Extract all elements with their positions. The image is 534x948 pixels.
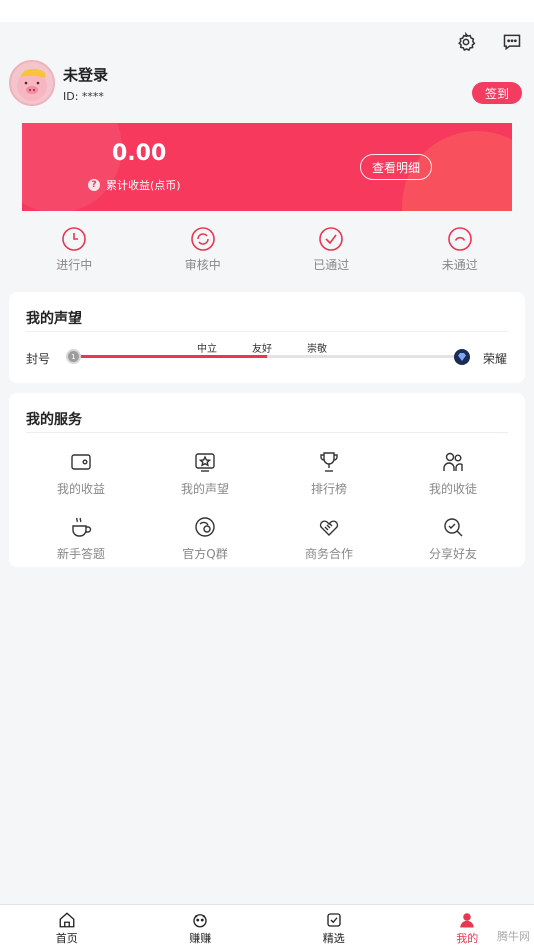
- service-label: 新手答题: [56, 547, 105, 561]
- nav-label: 赚赚: [189, 932, 212, 945]
- reputation-card[interactable]: 我的声望 封号 1 中立 友好 崇敬 荣耀: [9, 292, 525, 383]
- question-icon[interactable]: ?: [88, 179, 100, 191]
- piggy-icon: [193, 914, 207, 928]
- clock-icon: [62, 227, 87, 251]
- nav-label: 我的: [456, 932, 479, 945]
- group-chat-icon: [195, 517, 215, 537]
- level-label: 崇敬: [307, 344, 327, 355]
- ban-level-icon: 1: [66, 349, 81, 364]
- nav-label: 首页: [55, 932, 78, 945]
- services-card: 我的服务 我的收益 我的声望 排行榜 我的收徒 新手答题 官方Q群 商务合作 分…: [9, 393, 525, 567]
- coffee-cup-icon: [72, 517, 92, 537]
- status-tab-label: 进行中: [56, 258, 93, 272]
- status-tab-label: 审核中: [184, 258, 221, 272]
- service-label: 官方Q群: [182, 547, 228, 561]
- refresh-search-icon: [190, 227, 215, 251]
- reputation-title: 我的声望: [26, 311, 82, 327]
- handshake-icon: [319, 520, 339, 536]
- status-bar: [0, 0, 534, 22]
- service-my-reputation[interactable]: 我的声望: [143, 450, 267, 497]
- nav-featured[interactable]: 精选: [267, 905, 401, 948]
- user-name[interactable]: 未登录: [63, 64, 108, 85]
- chat-bubble-icon[interactable]: [500, 30, 524, 54]
- service-label: 商务合作: [304, 547, 353, 561]
- nav-home[interactable]: 首页: [0, 905, 134, 948]
- divider: [26, 432, 508, 433]
- decorative-circle: [22, 123, 122, 211]
- status-tab-in-progress[interactable]: 进行中: [10, 226, 139, 276]
- divider: [26, 331, 508, 332]
- status-tab-passed[interactable]: 已通过: [267, 226, 396, 276]
- service-beginner-quiz[interactable]: 新手答题: [19, 515, 143, 562]
- level-label: 友好: [252, 344, 272, 355]
- users-icon: [443, 452, 463, 471]
- watermark: 腾牛网: [497, 930, 530, 943]
- services-grid: 我的收益 我的声望 排行榜 我的收徒 新手答题 官方Q群 商务合作 分享好友: [19, 450, 515, 562]
- sign-in-button[interactable]: 签到: [472, 82, 522, 104]
- services-title: 我的服务: [26, 412, 82, 428]
- frown-circle-icon: [447, 227, 472, 251]
- task-status-row: 进行中 审核中 已通过 未通过: [10, 226, 524, 276]
- service-ranking[interactable]: 排行榜: [267, 450, 391, 497]
- home-icon: [59, 912, 75, 928]
- gear-icon[interactable]: [454, 30, 478, 54]
- profile-icon: [460, 913, 474, 928]
- service-my-earnings[interactable]: 我的收益: [19, 450, 143, 497]
- service-label: 分享好友: [428, 547, 477, 561]
- top-actions: [454, 30, 524, 54]
- status-tab-label: 已通过: [313, 258, 350, 272]
- level-label: 中立: [197, 344, 217, 355]
- status-tab-rejected[interactable]: 未通过: [396, 226, 525, 276]
- service-official-qq-group[interactable]: 官方Q群: [143, 515, 267, 562]
- diamond-icon: [454, 349, 470, 365]
- avatar[interactable]: [9, 60, 55, 106]
- reputation-progress: [73, 355, 267, 358]
- nav-label: 精选: [322, 932, 345, 945]
- service-label: 我的收益: [56, 482, 105, 496]
- selection-icon: [327, 913, 341, 927]
- check-circle-icon: [319, 227, 344, 251]
- earnings-label: 累计收益(点币): [106, 179, 181, 192]
- service-business-cooperation[interactable]: 商务合作: [267, 515, 391, 562]
- service-label: 排行榜: [310, 482, 347, 496]
- view-details-button[interactable]: 查看明细: [360, 154, 432, 180]
- service-label: 我的收徒: [428, 482, 477, 496]
- service-share-friends[interactable]: 分享好友: [391, 515, 515, 562]
- user-id: ID: ****: [63, 90, 104, 103]
- reputation-min-label: 封号: [26, 352, 51, 366]
- status-tab-label: 未通过: [441, 258, 478, 272]
- profile-section: 未登录 ID: **** 签到: [9, 60, 522, 110]
- share-search-icon: [444, 518, 463, 537]
- earnings-label-row: ? 累计收益(点币): [88, 177, 181, 193]
- service-my-apprentices[interactable]: 我的收徒: [391, 450, 515, 497]
- reputation-max-label: 荣耀: [482, 352, 507, 366]
- bottom-nav: 首页 赚赚 精选 我的: [0, 904, 534, 948]
- status-tab-reviewing[interactable]: 审核中: [139, 226, 268, 276]
- trophy-icon: [320, 452, 338, 472]
- wallet-icon: [71, 454, 91, 470]
- nav-earn[interactable]: 赚赚: [134, 905, 268, 948]
- reputation-track: [73, 355, 461, 358]
- earnings-card: 0.00 ? 累计收益(点币) 查看明细: [22, 123, 512, 211]
- star-badge-icon: [195, 453, 215, 472]
- earnings-amount: 0.00: [112, 141, 167, 166]
- service-label: 我的声望: [180, 482, 229, 496]
